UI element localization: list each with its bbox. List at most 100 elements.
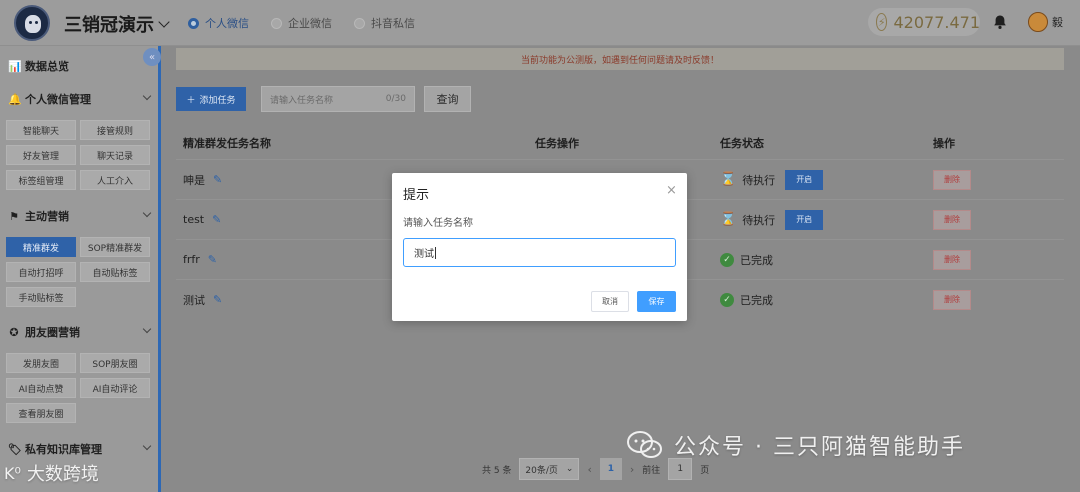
radio-dot-icon bbox=[354, 17, 365, 29]
sidebar-item-manual-tag[interactable]: 手动贴标签 bbox=[6, 287, 76, 307]
close-icon[interactable]: × bbox=[666, 183, 677, 198]
edit-pencil-icon[interactable]: ✎ bbox=[208, 253, 217, 266]
status-text: 已完成 bbox=[740, 293, 773, 307]
sidebar-item-auto-tag[interactable]: 自动贴标签 bbox=[80, 262, 150, 282]
task-name: test bbox=[183, 213, 205, 226]
radio-dot-icon bbox=[188, 17, 199, 29]
task-name-search-input[interactable]: 请输入任务名称 0/30 bbox=[261, 86, 415, 112]
sidebar-item-tag-groups[interactable]: 标签组管理 bbox=[6, 170, 76, 190]
sidebar-item-sop-broadcast[interactable]: SOP精准群发 bbox=[80, 237, 150, 257]
sidebar-item-ai-auto-comment[interactable]: AI自动评论 bbox=[80, 378, 150, 398]
delete-button[interactable]: 删除 bbox=[933, 289, 971, 310]
column-header-task-name: 精准群发任务名称 bbox=[183, 137, 271, 150]
edit-pencil-icon[interactable]: ✎ bbox=[213, 293, 222, 306]
next-page-icon[interactable]: › bbox=[630, 463, 634, 476]
wechat-logo-icon bbox=[627, 431, 662, 458]
chevron-down-icon bbox=[158, 16, 170, 28]
query-button[interactable]: 查询 bbox=[424, 86, 471, 112]
plus-icon: ＋ bbox=[186, 95, 196, 106]
start-button[interactable]: 开启 bbox=[785, 209, 824, 230]
sidebar-section-moments[interactable]: ✪ 朋友圈营销 bbox=[8, 324, 154, 340]
add-task-label: 添加任务 bbox=[199, 95, 236, 106]
user-name: 毅 bbox=[1052, 16, 1063, 29]
user-menu[interactable]: 毅 bbox=[1028, 12, 1063, 32]
sidebar: « 📊 数据总览 🔔 个人微信管理 智能聊天 接管规则 好友管理 聊天记录 标签… bbox=[0, 46, 161, 492]
balance-badge[interactable]: ⚡ 42077.471 bbox=[868, 8, 980, 36]
sidebar-item-chat-records[interactable]: 聊天记录 bbox=[80, 145, 150, 165]
delete-button[interactable]: 删除 bbox=[933, 169, 971, 190]
avatar bbox=[1028, 12, 1048, 32]
task-name: 测试 bbox=[183, 293, 205, 307]
bell-icon: 🔔 bbox=[8, 92, 22, 106]
task-status-cell: ⌛ 待执行 开启 bbox=[720, 169, 824, 190]
sidebar-section-personal-wechat[interactable]: 🔔 个人微信管理 bbox=[8, 91, 154, 107]
sidebar-item-view-moments[interactable]: 查看朋友圈 bbox=[6, 403, 76, 423]
sidebar-item-auto-greet[interactable]: 自动打招呼 bbox=[6, 262, 76, 282]
page-size-value: 20条/页 bbox=[525, 465, 558, 476]
hourglass-icon: ⌛ bbox=[720, 212, 737, 227]
check-circle-icon: ✓ bbox=[720, 252, 734, 267]
dialog-label: 请输入任务名称 bbox=[403, 218, 473, 229]
task-status-cell: ✓ 已完成 bbox=[720, 292, 773, 308]
cancel-button[interactable]: 取消 bbox=[591, 291, 629, 312]
save-button[interactable]: 保存 bbox=[637, 291, 676, 312]
bar-chart-icon: 📊 bbox=[8, 59, 22, 73]
delete-button[interactable]: 删除 bbox=[933, 249, 971, 270]
radio-douyin-message[interactable]: 抖音私信 bbox=[354, 15, 415, 31]
search-placeholder: 请输入任务名称 bbox=[270, 95, 334, 106]
sidebar-item-sop-moments[interactable]: SOP朋友圈 bbox=[80, 353, 150, 373]
sidebar-item-takeover-rules[interactable]: 接管规则 bbox=[80, 120, 150, 140]
chevron-down-icon bbox=[142, 91, 152, 101]
task-name-input-value: 测试 bbox=[414, 249, 434, 260]
app-logo-icon[interactable] bbox=[14, 5, 50, 41]
task-name-cell: frfr ✎ bbox=[183, 253, 217, 266]
task-name-cell: 测试 ✎ bbox=[183, 292, 222, 308]
flag-icon: ⚑ bbox=[9, 209, 19, 223]
task-name: 呻是 bbox=[183, 173, 205, 187]
app-title-dropdown[interactable]: 三销冠演示 bbox=[64, 11, 170, 37]
edit-pencil-icon[interactable]: ✎ bbox=[213, 173, 222, 186]
task-status-cell: ⌛ 待执行 开启 bbox=[720, 209, 824, 230]
goto-page-input[interactable]: 1 bbox=[668, 458, 693, 480]
sidebar-item-post-moments[interactable]: 发朋友圈 bbox=[6, 353, 76, 373]
sidebar-item-label: 数据总览 bbox=[25, 60, 69, 73]
sidebar-item-manual-intervention[interactable]: 人工介入 bbox=[80, 170, 150, 190]
tag-icon: 🏷 bbox=[8, 442, 22, 456]
pagination: 共 5 条 20条/页 ⌄ ‹ 1 › 前往 1 页 bbox=[482, 458, 709, 480]
search-char-count: 0/30 bbox=[385, 94, 406, 104]
add-task-button[interactable]: ＋ 添加任务 bbox=[176, 87, 246, 111]
notification-bell-icon[interactable] bbox=[992, 14, 1008, 30]
sidebar-item-friend-manage[interactable]: 好友管理 bbox=[6, 145, 76, 165]
wechat-official-watermark: 公众号 · 三只阿猫智能助手 bbox=[626, 429, 965, 461]
radio-personal-wechat[interactable]: 个人微信 bbox=[188, 15, 249, 31]
task-name: frfr bbox=[183, 253, 200, 266]
sidebar-item-data-overview[interactable]: 📊 数据总览 bbox=[8, 58, 154, 74]
task-name-cell: 呻是 ✎ bbox=[183, 172, 222, 188]
delete-button[interactable]: 删除 bbox=[933, 209, 971, 230]
chevron-down-icon: ⌄ bbox=[565, 464, 574, 474]
sidebar-item-ai-auto-like[interactable]: AI自动点赞 bbox=[6, 378, 76, 398]
sidebar-section-label: 私有知识库管理 bbox=[25, 443, 102, 456]
platform-radio-group: 个人微信 企业微信 抖音私信 bbox=[188, 15, 415, 31]
page-size-select[interactable]: 20条/页 ⌄ bbox=[519, 458, 580, 480]
prev-page-icon[interactable]: ‹ bbox=[587, 463, 591, 476]
chevron-down-icon bbox=[142, 324, 152, 334]
sidebar-item-smart-chat[interactable]: 智能聊天 bbox=[6, 120, 76, 140]
task-name-input[interactable]: 测试 bbox=[403, 238, 676, 267]
start-button[interactable]: 开启 bbox=[785, 169, 824, 190]
beta-notice-banner: 当前功能为公测版，如遇到任何问题请及时反馈！ bbox=[176, 48, 1064, 70]
radio-enterprise-wechat[interactable]: 企业微信 bbox=[271, 15, 332, 31]
text-cursor bbox=[435, 246, 436, 259]
watermark-text: 大数跨境 bbox=[26, 464, 99, 485]
column-header-task-status: 任务状态 bbox=[720, 137, 764, 150]
top-header: 三销冠演示 个人微信 企业微信 抖音私信 ⚡ 42077.471 毅 bbox=[0, 0, 1080, 46]
sidebar-section-label: 朋友圈营销 bbox=[25, 326, 80, 339]
page-number-current[interactable]: 1 bbox=[599, 458, 622, 480]
sidebar-item-precise-broadcast[interactable]: 精准群发 bbox=[6, 237, 76, 257]
pagination-total: 共 5 条 bbox=[482, 465, 512, 476]
sidebar-grid-active-marketing: 精准群发 SOP精准群发 自动打招呼 自动贴标签 手动贴标签 bbox=[6, 237, 150, 307]
sidebar-section-active-marketing[interactable]: ⚑ 主动营销 bbox=[8, 208, 154, 224]
sidebar-section-knowledge-base[interactable]: 🏷 私有知识库管理 bbox=[8, 441, 154, 457]
status-text: 已完成 bbox=[740, 253, 773, 267]
edit-pencil-icon[interactable]: ✎ bbox=[212, 213, 221, 226]
